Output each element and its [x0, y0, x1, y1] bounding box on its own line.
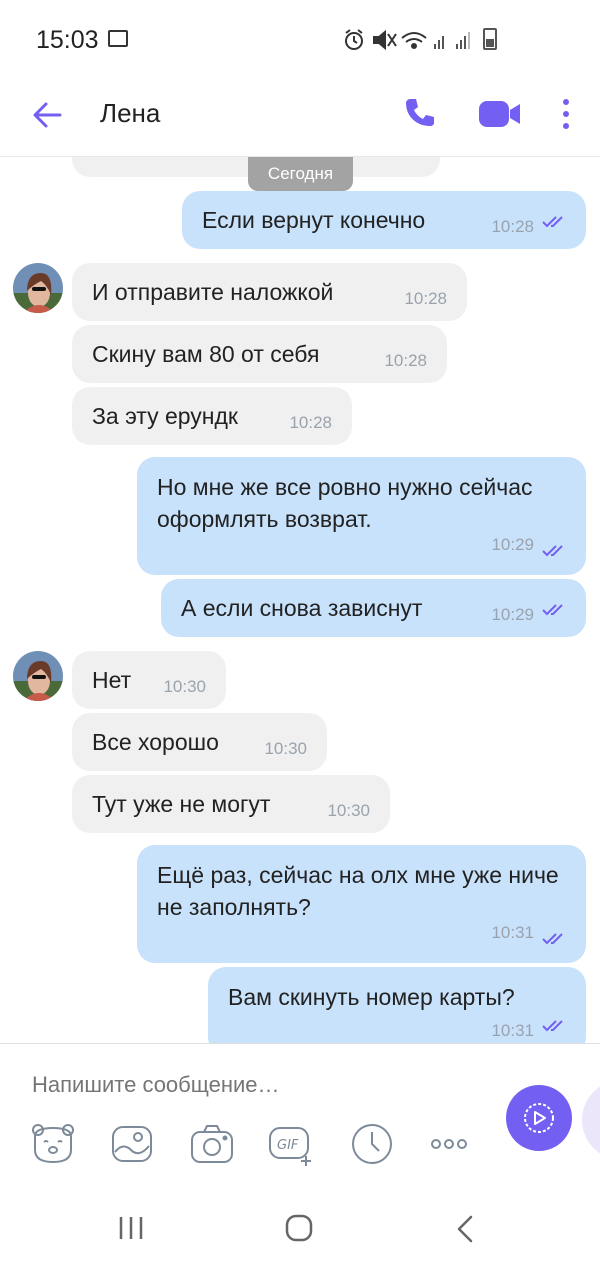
phone-icon[interactable] — [402, 96, 436, 130]
contact-name[interactable]: Лена — [100, 98, 160, 129]
message-time: 10:31 — [491, 923, 534, 942]
status-time: 15:03 — [36, 26, 99, 54]
message-bubble-outgoing[interactable]: А если снова зависнут 10:29 — [161, 579, 586, 637]
message-time: 10:30 — [163, 677, 206, 696]
read-ticks-icon — [542, 545, 563, 557]
message-time: 10:29 — [491, 605, 534, 624]
camera-icon[interactable] — [190, 1122, 234, 1166]
gallery-icon[interactable] — [110, 1122, 154, 1166]
video-call-icon[interactable] — [478, 98, 522, 130]
message-list[interactable]: Сегодня Если вернут конечно 10:28 И отпр… — [0, 157, 600, 1043]
read-ticks-icon — [542, 1020, 563, 1032]
back-icon[interactable] — [454, 1215, 476, 1243]
read-ticks-icon — [542, 216, 563, 228]
message-text: И отправите наложкой — [92, 279, 334, 305]
message-bubble-incoming[interactable]: Все хорошо 10:30 — [72, 713, 327, 771]
message-bubble-outgoing[interactable]: Ещё раз, сейчас на олх мне уже ниче не з… — [137, 845, 586, 963]
message-time: 10:30 — [327, 801, 370, 820]
message-time: 10:30 — [264, 739, 307, 758]
gif-icon[interactable]: GIF — [268, 1122, 312, 1166]
message-text: Но мне же все ровно нужно сейчас оформля… — [157, 474, 533, 532]
sticker-bear-icon[interactable] — [30, 1122, 74, 1166]
chat-header: Лена — [0, 80, 600, 157]
system-nav-bar — [0, 1193, 600, 1266]
message-text: Ещё раз, сейчас на олх мне уже ниче не з… — [157, 862, 559, 920]
avatar[interactable] — [13, 651, 63, 701]
message-text: А если снова зависнут — [181, 595, 423, 621]
message-time: 10:28 — [404, 289, 447, 308]
recent-apps-icon[interactable] — [118, 1215, 146, 1241]
message-time: 10:31 — [491, 1021, 534, 1040]
mute-icon — [373, 29, 397, 51]
video-message-button[interactable] — [506, 1085, 572, 1151]
message-text: Тут уже не могут — [92, 791, 271, 817]
home-icon[interactable] — [284, 1213, 314, 1243]
status-icons — [345, 29, 470, 51]
message-input[interactable] — [32, 1068, 472, 1102]
message-time: 10:28 — [384, 351, 427, 370]
back-arrow-icon[interactable] — [30, 98, 64, 132]
read-ticks-icon — [542, 604, 563, 616]
message-time: 10:28 — [491, 217, 534, 236]
message-bubble-incoming[interactable]: И отправите наложкой 10:28 — [72, 263, 467, 321]
clock-icon[interactable] — [350, 1122, 394, 1166]
signal-icon-2 — [456, 32, 470, 49]
read-ticks-icon — [542, 933, 563, 945]
message-time: 10:29 — [491, 535, 534, 554]
alarm-icon — [345, 29, 363, 50]
message-bubble-outgoing[interactable]: Но мне же все ровно нужно сейчас оформля… — [137, 457, 586, 575]
message-bubble-outgoing[interactable]: Если вернут конечно 10:28 — [182, 191, 586, 249]
date-chip: Сегодня — [248, 157, 353, 191]
wifi-icon — [401, 32, 427, 49]
more-horizontal-icon[interactable] — [430, 1122, 474, 1166]
message-bubble-incoming[interactable]: За эту ерундк 10:28 — [72, 387, 352, 445]
message-time: 10:28 — [289, 413, 332, 432]
message-text: Если вернут конечно — [202, 207, 426, 233]
message-bubble-incoming[interactable]: Скину вам 80 от себя 10:28 — [72, 325, 447, 383]
message-bubble-outgoing[interactable]: Вам скинуть номер карты? 10:31 — [208, 967, 586, 1043]
message-text: Нет — [92, 667, 132, 693]
message-text: За эту ерундк — [92, 403, 238, 429]
message-bubble-incoming[interactable]: Нет 10:30 — [72, 651, 226, 709]
status-bar: 15:03 — [0, 0, 600, 80]
message-text: Вам скинуть номер карты? — [228, 984, 515, 1010]
avatar[interactable] — [13, 263, 63, 313]
gallery-notification-icon — [108, 30, 128, 47]
message-text: Скину вам 80 от себя — [92, 341, 320, 367]
play-circle-icon — [524, 1103, 554, 1133]
signal-icon-1 — [434, 36, 444, 49]
message-text: Все хорошо — [92, 729, 219, 755]
svg-text:GIF: GIF — [277, 1138, 299, 1153]
more-vertical-icon[interactable] — [560, 98, 572, 130]
message-bubble-incoming[interactable]: Тут уже не могут 10:30 — [72, 775, 390, 833]
battery-icon — [483, 28, 497, 50]
